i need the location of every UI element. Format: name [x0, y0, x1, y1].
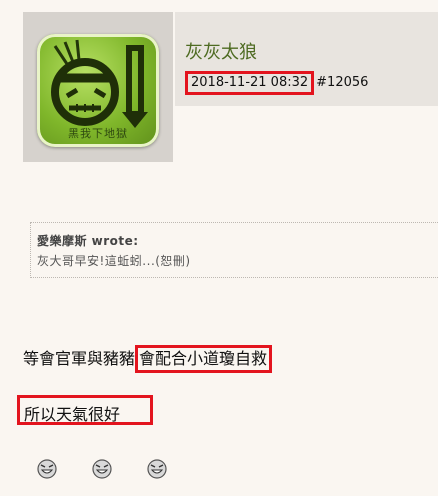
- post-body-line-2: 所以天氣很好: [17, 395, 153, 425]
- post-header: 灰灰太狼 2018-11-21 08:32 #12056: [175, 12, 438, 106]
- post-number-link[interactable]: #12056: [316, 75, 368, 90]
- grin-smiley-icon: [37, 459, 57, 479]
- quote-block: 愛樂摩斯 wrote: 灰大哥早安!這蚯蚓...(恕刪): [30, 222, 438, 278]
- grin-smiley-icon: [92, 459, 112, 479]
- avatar-icon: 黑我下地獄: [37, 34, 159, 147]
- highlighted-text: 會配合小道瓊自救: [135, 345, 273, 373]
- post-meta: 2018-11-21 08:32 #12056: [185, 71, 368, 95]
- avatar-caption: 黑我下地獄: [68, 127, 128, 140]
- author-name[interactable]: 灰灰太狼: [185, 38, 257, 64]
- post-date: 2018-11-21 08:32: [185, 71, 315, 95]
- post-body-line-1-prefix: 等會官軍與豬豬: [23, 349, 136, 368]
- quote-text: 灰大哥早安!這蚯蚓...(恕刪): [37, 254, 191, 268]
- avatar[interactable]: 黑我下地獄: [23, 12, 173, 162]
- grin-smiley-icon: [147, 459, 167, 479]
- quote-author: 愛樂摩斯 wrote:: [37, 234, 139, 248]
- post-body-line-1: 等會官軍與豬豬 會配合小道瓊自救: [23, 345, 273, 373]
